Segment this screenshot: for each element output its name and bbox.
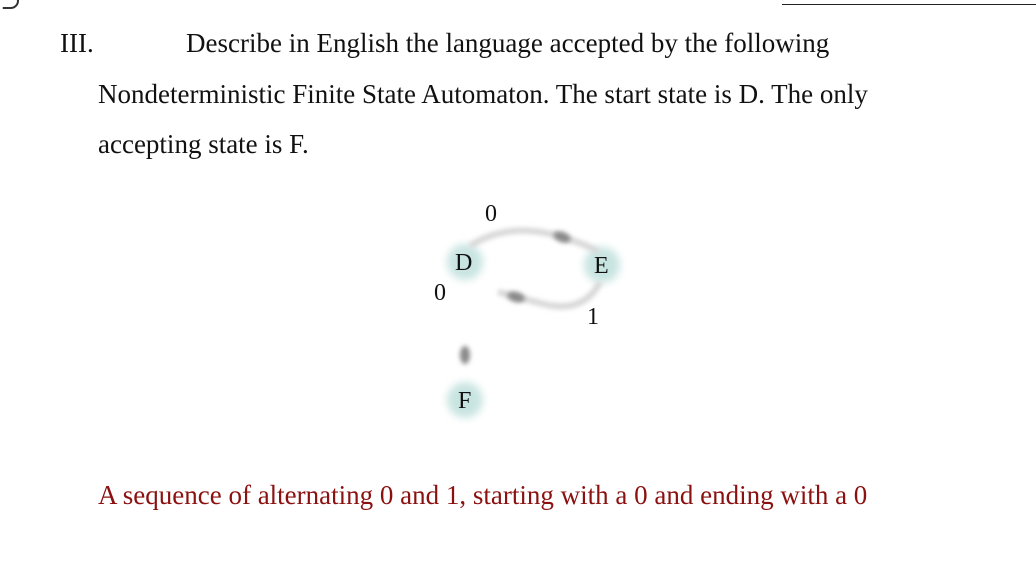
question-line-2: Nondeterministic Finite State Automaton.… — [98, 79, 868, 109]
state-d-label: D — [455, 250, 472, 276]
arrowhead-e-d — [507, 291, 525, 303]
corner-mark: ⊃ — [0, 0, 22, 15]
state-d-node — [447, 244, 483, 280]
state-e-node — [584, 247, 620, 283]
answer-text: A sequence of alternating 0 and 1, start… — [98, 480, 868, 510]
question-line-3: accepting state is F. — [98, 129, 309, 159]
transition-e-d — [497, 280, 603, 310]
transition-e-d-label: 1 — [587, 304, 599, 330]
transition-d-e — [468, 227, 600, 255]
state-f-node — [447, 382, 483, 418]
question-line-1: Describe in English the language accepte… — [186, 28, 830, 58]
top-rule — [782, 4, 1036, 5]
arrowhead-d-e — [553, 231, 571, 243]
state-f-label: F — [458, 388, 471, 414]
question-number: III. — [60, 28, 94, 58]
state-e-label: E — [594, 253, 609, 279]
arrowhead-d-f — [460, 346, 470, 364]
transition-d-f-label: 0 — [434, 280, 446, 306]
transition-d-e-label: 0 — [485, 201, 497, 227]
